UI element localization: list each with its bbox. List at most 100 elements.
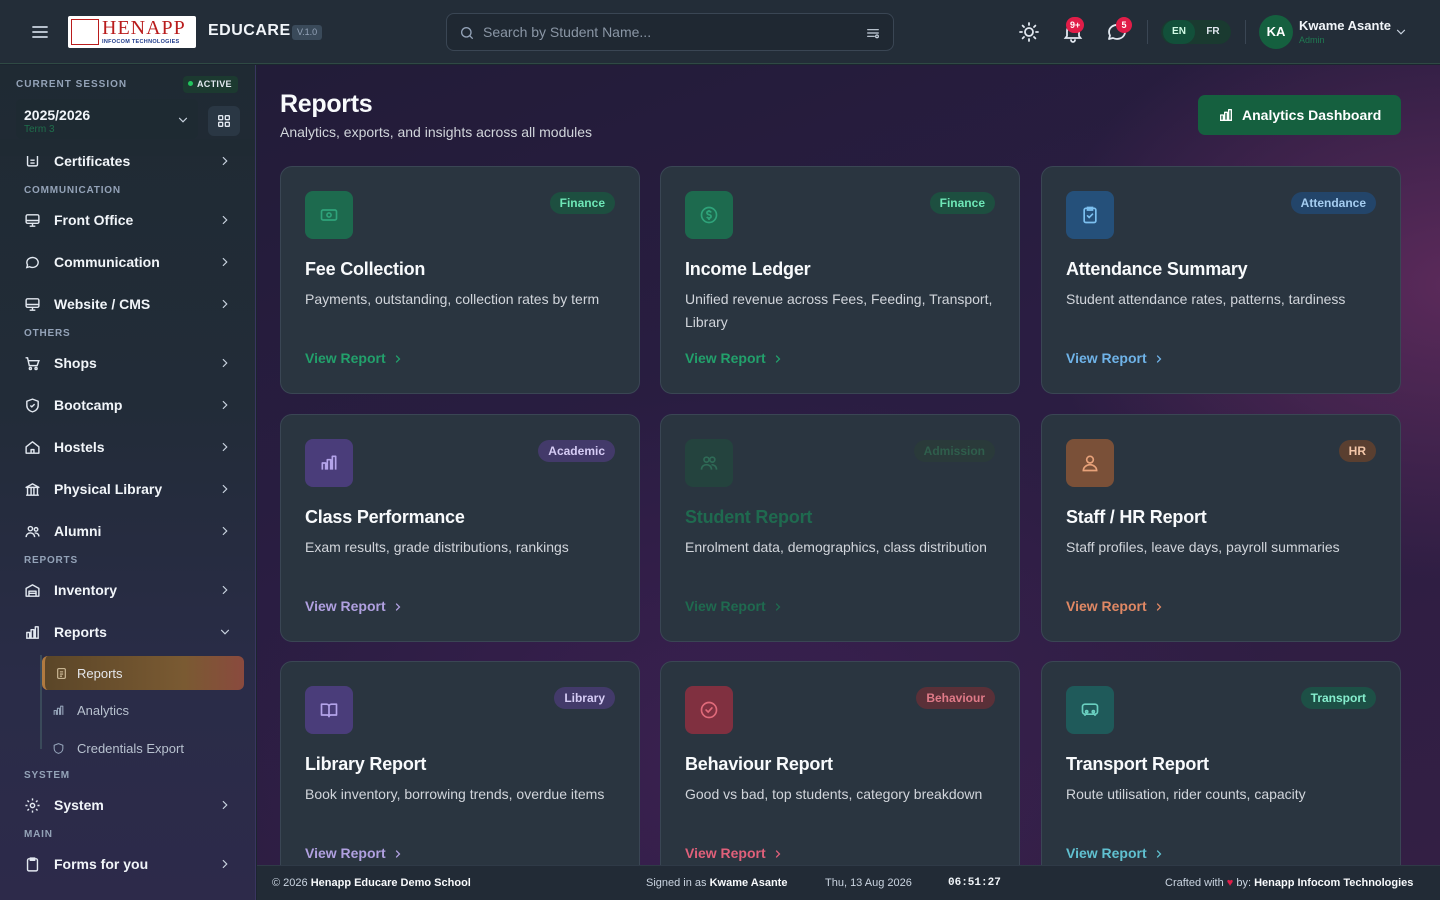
sidebar-item-label: Bootcamp	[54, 397, 123, 413]
divider	[1147, 20, 1148, 44]
sidebar-item-bootcamp[interactable]: Bootcamp	[16, 386, 240, 424]
view-report-link[interactable]: View Report	[685, 598, 784, 614]
view-report-link[interactable]: View Report	[685, 350, 784, 366]
view-report-link[interactable]: View Report	[305, 845, 404, 861]
sidebar-item-physical-library[interactable]: Physical Library	[16, 470, 240, 508]
shield-icon	[52, 742, 65, 755]
footer-date: Thu, 13 Aug 2026	[825, 877, 912, 889]
sidebar-subitem-reports[interactable]: Reports	[42, 656, 244, 690]
sidebar-item-communication[interactable]: Communication	[16, 243, 240, 281]
view-report-link[interactable]: View Report	[1066, 350, 1165, 366]
card-title: Library Report	[305, 754, 427, 774]
chevron-right-icon	[218, 857, 232, 871]
chevron-right-icon	[775, 850, 781, 858]
view-report-link[interactable]: View Report	[685, 845, 784, 861]
card-title: Attendance Summary	[1066, 259, 1248, 279]
home-icon	[24, 439, 41, 456]
grid-view-button[interactable]	[208, 106, 240, 136]
view-report-label: View Report	[305, 350, 386, 366]
view-report-label: View Report	[685, 845, 766, 861]
sidebar-item-front-office[interactable]: Front Office	[16, 201, 240, 239]
chevron-down-icon	[176, 113, 190, 127]
status-badge: ACTIVE	[183, 76, 238, 93]
signed-in-label: Signed in as	[646, 877, 707, 889]
avatar[interactable]: KA	[1259, 15, 1293, 49]
sidebar-item-forms[interactable]: Forms for you	[16, 845, 240, 883]
report-card-library[interactable]: Library Library Report Book inventory, b…	[280, 661, 640, 865]
document-icon	[55, 667, 68, 680]
session-selector[interactable]: 2025/2026 Term 3	[16, 99, 198, 139]
card-description: Route utilisation, rider counts, capacit…	[1066, 786, 1306, 802]
card-description: Payments, outstanding, collection rates …	[305, 291, 600, 307]
category-tag: Academic	[538, 440, 615, 462]
crafted-by-label: by:	[1236, 877, 1252, 889]
analytics-dashboard-button[interactable]: Analytics Dashboard	[1198, 95, 1401, 135]
sidebar-item-label: System	[54, 797, 104, 813]
gear-icon	[24, 797, 41, 814]
report-card-attendance-summary[interactable]: Attendance Attendance Summary Student at…	[1041, 166, 1401, 394]
sidebar-item-label: Inventory	[54, 582, 118, 598]
sidebar-item-system[interactable]: System	[16, 786, 240, 824]
top-bar: HENAPP INFOCOM TECHNOLOGIES EDUCARE V.1.…	[0, 0, 1440, 64]
chevron-right-icon	[1156, 355, 1162, 363]
report-card-fee-collection[interactable]: Finance Fee Collection Payments, outstan…	[280, 166, 640, 394]
chevron-right-icon	[218, 255, 232, 269]
logo[interactable]: HENAPP INFOCOM TECHNOLOGIES	[68, 16, 196, 48]
heart-icon: ♥	[1226, 877, 1234, 889]
signed-in-user: Kwame Asante	[709, 877, 788, 889]
sidebar-item-website-cms[interactable]: Website / CMS	[16, 285, 240, 323]
report-card-staff-hr[interactable]: HR Staff / HR Report Staff profiles, lea…	[1041, 414, 1401, 642]
chevron-right-icon	[218, 398, 232, 412]
company-name[interactable]: Henapp Infocom Technologies	[1254, 877, 1413, 889]
filter-icon[interactable]	[865, 25, 881, 41]
section-reports: REPORTS	[24, 555, 78, 566]
report-card-student-report[interactable]: Admission Student Report Enrolment data,…	[660, 414, 1020, 642]
crafted-label: Crafted with	[1165, 877, 1224, 889]
search-input[interactable]	[483, 14, 853, 50]
view-report-link[interactable]: View Report	[305, 598, 404, 614]
footer-copyright: © 2026 Henapp Educare Demo School	[272, 877, 471, 889]
chevron-down-icon[interactable]	[1394, 25, 1408, 39]
sidebar-item-label: Website / CMS	[54, 296, 151, 312]
sidebar-item-label: Communication	[54, 254, 160, 270]
monitor-icon	[24, 212, 41, 229]
copyright-text: © 2026	[272, 877, 308, 889]
message-badge: 5	[1116, 17, 1132, 33]
footer-clock: 06:51:27	[948, 877, 1001, 889]
sidebar-item-reports[interactable]: Reports	[16, 613, 240, 651]
chevron-right-icon	[218, 440, 232, 454]
sidebar-item-alumni[interactable]: Alumni	[16, 512, 240, 550]
sidebar-item-inventory[interactable]: Inventory	[16, 571, 240, 609]
lang-en-button[interactable]: EN	[1163, 20, 1195, 44]
chevron-right-icon	[395, 850, 401, 858]
sidebar-subitem-analytics[interactable]: Analytics	[42, 693, 244, 727]
bar-chart-icon	[1220, 109, 1232, 121]
lang-fr-button[interactable]: FR	[1197, 20, 1229, 44]
view-report-link[interactable]: View Report	[1066, 845, 1165, 861]
card-title: Staff / HR Report	[1066, 507, 1207, 527]
session-year: 2025/2026	[24, 107, 91, 123]
report-card-transport[interactable]: Transport Transport Report Route utilisa…	[1041, 661, 1401, 865]
bar-chart-icon	[52, 704, 65, 717]
category-tag: HR	[1338, 440, 1376, 462]
sidebar-subitem-credentials-export[interactable]: Credentials Export	[42, 731, 244, 765]
footer: © 2026 Henapp Educare Demo School Signed…	[257, 865, 1440, 900]
view-report-link[interactable]: View Report	[305, 350, 404, 366]
card-description: Unified revenue across Fees, Feeding, Tr…	[685, 291, 993, 330]
report-card-income-ledger[interactable]: Finance Income Ledger Unified revenue ac…	[660, 166, 1020, 394]
logo-subtext: INFOCOM TECHNOLOGIES	[102, 39, 180, 45]
view-report-link[interactable]: View Report	[1066, 598, 1165, 614]
report-card-class-performance[interactable]: Academic Class Performance Exam results,…	[280, 414, 640, 642]
sidebar-item-shops[interactable]: Shops	[16, 344, 240, 382]
sidebar-item-hostels[interactable]: Hostels	[16, 428, 240, 466]
card-description: Exam results, grade distributions, ranki…	[305, 539, 569, 555]
user-name[interactable]: Kwame Asante	[1299, 18, 1391, 33]
theme-toggle-sun-icon[interactable]	[1017, 20, 1041, 44]
hamburger-icon[interactable]	[28, 20, 52, 44]
report-card-behaviour[interactable]: Behaviour Behaviour Report Good vs bad, …	[660, 661, 1020, 865]
category-tag: Finance	[549, 192, 615, 214]
section-others: OTHERS	[24, 328, 71, 339]
view-report-label: View Report	[1066, 598, 1147, 614]
warehouse-icon	[24, 582, 41, 599]
chevron-right-icon	[218, 213, 232, 227]
